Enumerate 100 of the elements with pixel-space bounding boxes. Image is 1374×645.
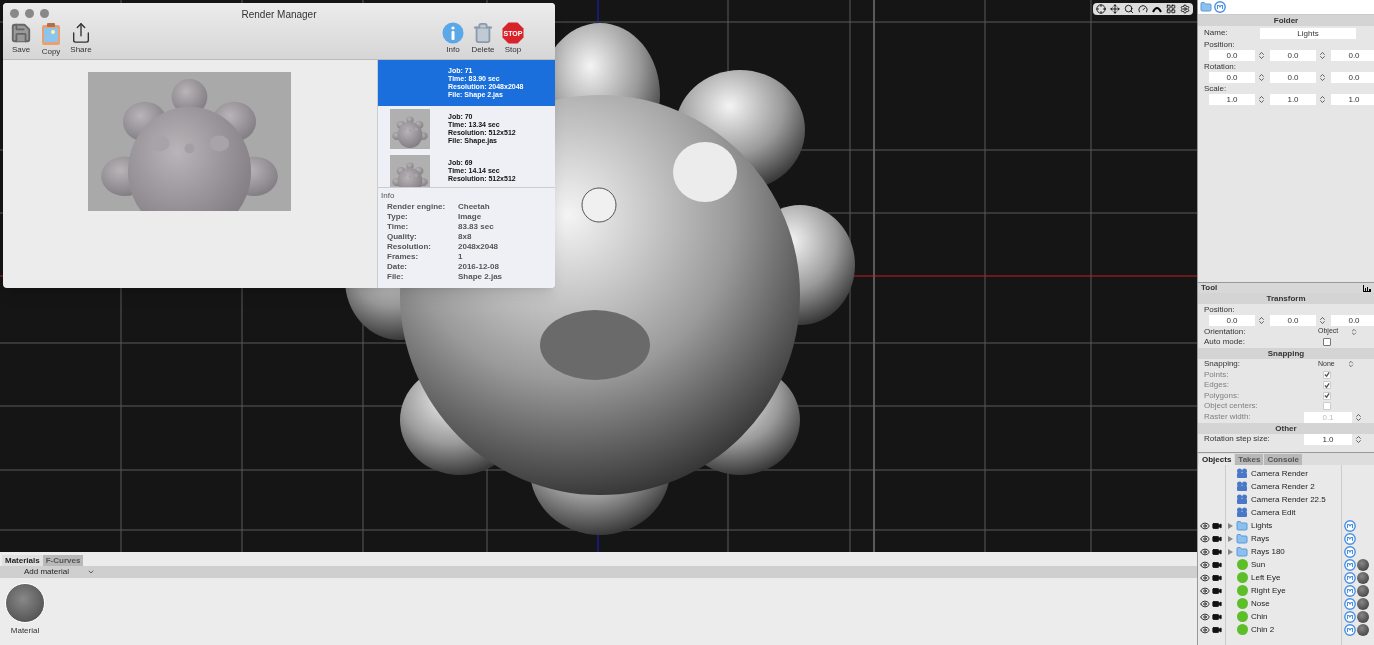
m-badge-icon — [1344, 623, 1356, 636]
camera-icon[interactable] — [1212, 598, 1222, 609]
move-icon[interactable] — [1110, 4, 1120, 14]
section-header: Transform — [1198, 293, 1374, 304]
eye-icon[interactable] — [1200, 598, 1210, 609]
stepper-icon[interactable] — [1257, 51, 1266, 60]
camera-icon[interactable] — [1212, 533, 1222, 544]
number-field[interactable]: 0.0 — [1270, 315, 1316, 326]
eye-icon[interactable] — [1200, 559, 1210, 570]
number-field[interactable]: 0.0 — [1270, 72, 1316, 83]
object-name[interactable]: Camera Edit — [1251, 506, 1343, 519]
stepper-icon[interactable] — [1257, 95, 1266, 104]
panel-tab[interactable]: Takes — [1235, 454, 1264, 465]
crosshair-icon[interactable] — [1096, 4, 1106, 14]
info-label: Type: — [387, 212, 409, 222]
section-header: Snapping — [1198, 347, 1374, 359]
info-value: Cheetah — [458, 202, 491, 212]
field-label: Polygons: — [1204, 389, 1241, 402]
section-header: Folder — [1198, 15, 1374, 26]
panel-tab[interactable]: F-Curves — [42, 555, 84, 566]
object-name[interactable]: Right Eye — [1251, 584, 1343, 597]
info-label: Date: — [387, 262, 408, 272]
panel-tab[interactable]: Materials — [2, 555, 43, 566]
camera-icon[interactable] — [1212, 559, 1222, 570]
search-icon[interactable] — [1124, 4, 1134, 14]
field-label: Auto mode: — [1204, 336, 1246, 349]
gauge-icon[interactable] — [1138, 4, 1148, 14]
field-label: Orientation: — [1204, 325, 1247, 338]
field-label: Snapping: — [1204, 358, 1242, 370]
nose-bump — [581, 187, 617, 223]
object-name[interactable]: Chin 2 — [1251, 623, 1343, 636]
object-name[interactable]: Sun — [1251, 558, 1343, 571]
field-label: Rotation: — [1204, 61, 1238, 72]
stepper-icon[interactable] — [1318, 51, 1327, 60]
toolbar-button[interactable]: Share — [69, 22, 93, 58]
object-name[interactable]: Nose — [1251, 597, 1343, 610]
number-field[interactable]: 0.0 — [1331, 50, 1374, 61]
object-name[interactable]: Camera Render 2 — [1251, 480, 1343, 493]
panel-tab[interactable]: Objects — [1199, 454, 1235, 465]
info-label: File: — [387, 272, 405, 282]
info-label: Resolution: — [387, 242, 432, 252]
number-field[interactable]: 0.0 — [1331, 315, 1374, 326]
number-field[interactable]: 0.0 — [1331, 72, 1374, 83]
toolbar-button[interactable]: Info — [440, 22, 466, 56]
arc-icon[interactable] — [1152, 4, 1162, 14]
panel-tab[interactable]: Console — [1264, 454, 1302, 465]
camera-icon[interactable] — [1212, 520, 1222, 531]
movie-camera-icon — [1236, 494, 1248, 505]
object-name[interactable]: Camera Render — [1251, 467, 1343, 480]
number-field[interactable]: 0.0 — [1209, 315, 1255, 326]
number-field[interactable]: 1.0 — [1331, 94, 1374, 105]
object-name[interactable]: Lights — [1251, 519, 1343, 532]
m-badge-icon — [1344, 558, 1356, 571]
object-name[interactable]: Chin — [1251, 610, 1343, 623]
camera-icon[interactable] — [1212, 546, 1222, 557]
camera-icon[interactable] — [1212, 572, 1222, 583]
settings-icon[interactable] — [1180, 4, 1190, 14]
object-name[interactable]: Camera Render 22.5 — [1251, 493, 1343, 506]
stepper-icon[interactable] — [1318, 316, 1327, 325]
render-thumbnail-drawing — [390, 109, 430, 149]
info-value: 2048x2048 — [458, 242, 500, 252]
stepper-icon[interactable] — [1257, 73, 1266, 82]
toolbar-button[interactable]: Copy — [39, 22, 63, 58]
info-value: Image — [458, 212, 483, 222]
info-value: 1 — [458, 252, 464, 262]
toolbar-button[interactable]: Delete — [470, 22, 496, 56]
stepper-icon[interactable] — [1318, 73, 1327, 82]
folder-icon[interactable] — [1200, 1, 1212, 13]
object-name[interactable]: Left Eye — [1251, 571, 1343, 584]
number-field[interactable]: 1.0 — [1209, 94, 1255, 105]
eye-icon[interactable] — [1200, 546, 1210, 557]
camera-icon[interactable] — [1212, 624, 1222, 635]
eye-icon[interactable] — [1200, 585, 1210, 596]
add-material-dropdown[interactable]: Add material — [24, 566, 95, 578]
stepper-icon[interactable] — [1257, 316, 1266, 325]
eye-icon[interactable] — [1200, 520, 1210, 531]
m-badge-icon — [1344, 519, 1356, 532]
eye-icon[interactable] — [1200, 572, 1210, 583]
stepper-icon[interactable] — [1354, 434, 1363, 444]
info-value: 83.83 sec — [458, 222, 495, 232]
camera-icon[interactable] — [1212, 611, 1222, 622]
share-icon — [70, 22, 92, 44]
stepper-icon[interactable] — [1318, 95, 1327, 104]
name-field[interactable]: Lights — [1260, 27, 1356, 39]
eye-icon[interactable] — [1200, 611, 1210, 622]
bar-chart-icon[interactable] — [1363, 284, 1371, 292]
object-name[interactable]: Rays — [1251, 532, 1343, 545]
eye-icon[interactable] — [1200, 624, 1210, 635]
grid-icon[interactable] — [1166, 4, 1176, 14]
eye-icon[interactable] — [1200, 533, 1210, 544]
checkbox[interactable] — [1323, 338, 1331, 347]
number-field[interactable]: 0.0 — [1270, 50, 1316, 61]
number-field[interactable]: 0.0 — [1209, 50, 1255, 61]
section-header: Other — [1198, 422, 1374, 434]
number-field[interactable]: 0.0 — [1209, 72, 1255, 83]
toolbar-button[interactable]: Save — [9, 22, 33, 58]
number-field[interactable]: 1.0 — [1270, 94, 1316, 105]
camera-icon[interactable] — [1212, 585, 1222, 596]
number-field[interactable]: 1.0 — [1304, 433, 1352, 445]
object-name[interactable]: Rays 180 — [1251, 545, 1343, 558]
